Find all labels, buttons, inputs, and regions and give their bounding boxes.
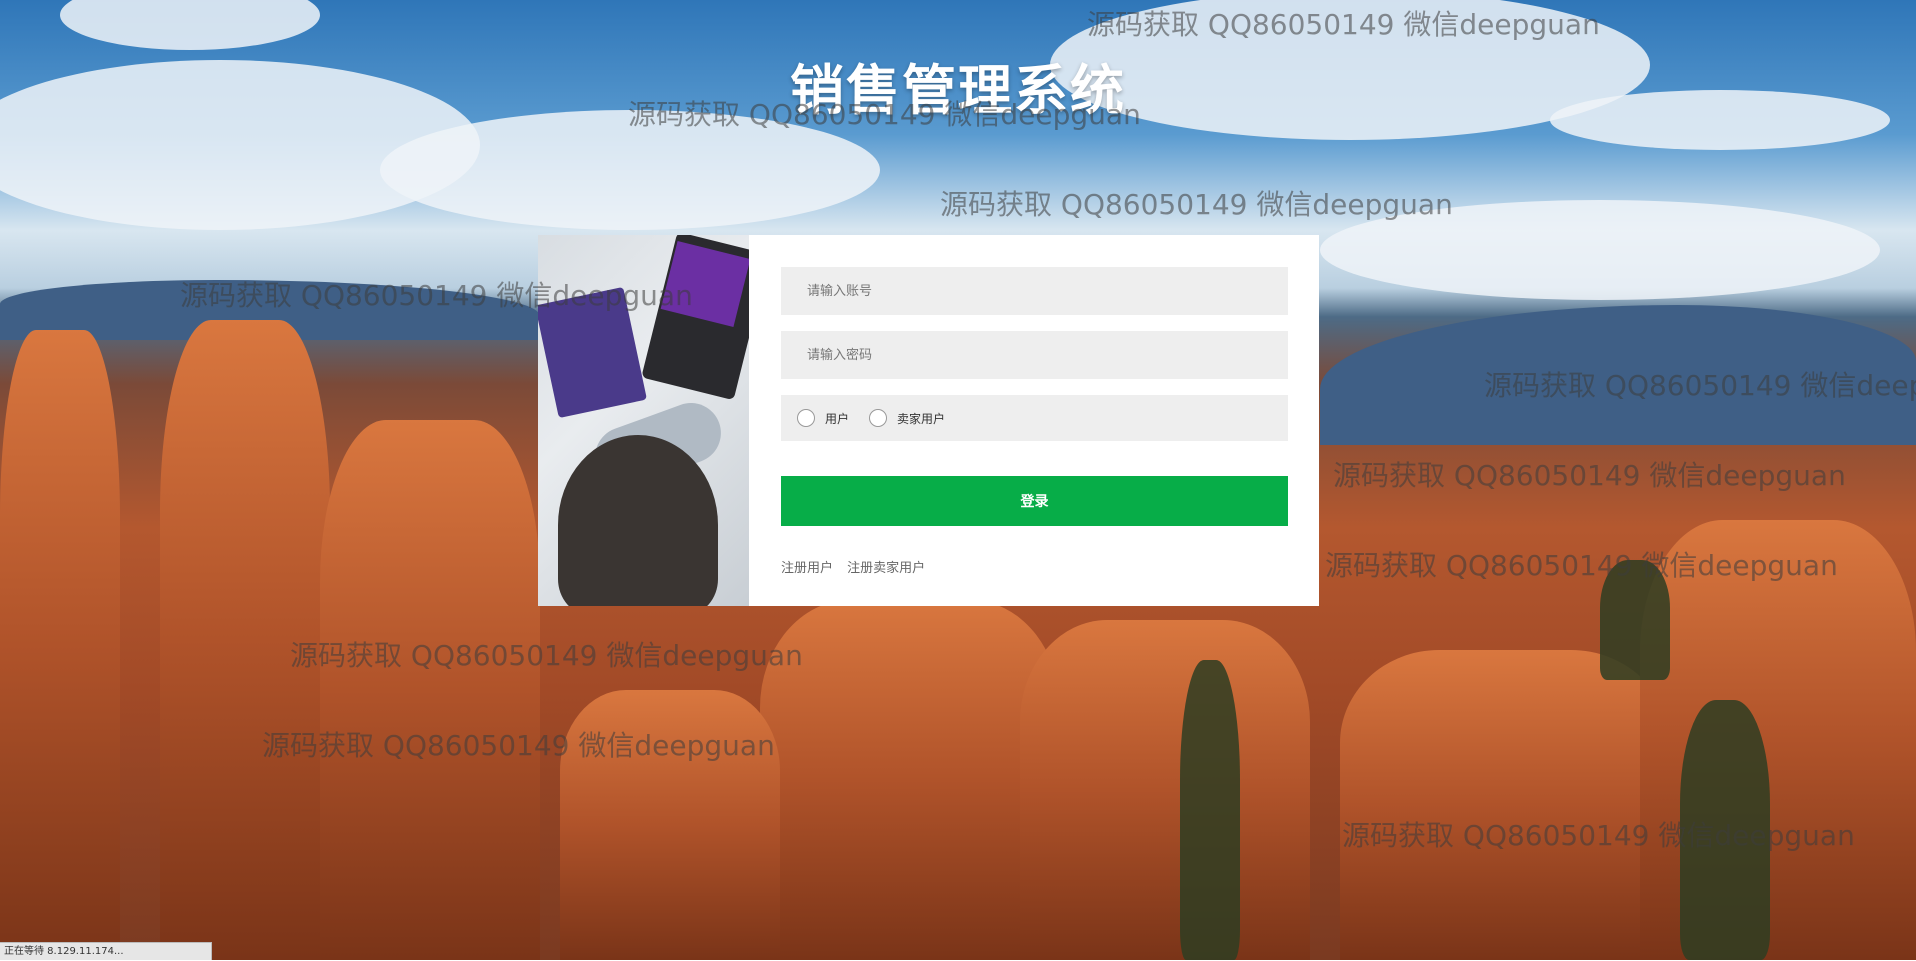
tree xyxy=(1600,560,1670,680)
tree xyxy=(1680,700,1770,960)
hoodoo xyxy=(320,420,540,960)
login-button[interactable]: 登录 xyxy=(781,476,1288,526)
role-label-seller: 卖家用户 xyxy=(897,410,945,427)
hoodoo xyxy=(1340,650,1670,960)
register-user-link[interactable]: 注册用户 xyxy=(781,561,833,576)
tree xyxy=(1180,660,1240,960)
account-input[interactable] xyxy=(781,267,1288,315)
hoodoo xyxy=(0,330,120,960)
notebook-image xyxy=(538,287,647,418)
radio-seller[interactable] xyxy=(869,409,887,427)
page-title: 销售管理系统 xyxy=(0,46,1916,125)
role-option-seller[interactable]: 卖家用户 xyxy=(869,409,945,427)
mountain xyxy=(1320,305,1916,445)
login-panel: 用户 卖家用户 登录 注册用户 注册卖家用户 xyxy=(538,235,1319,606)
cloud xyxy=(1320,200,1880,300)
role-selector: 用户 卖家用户 xyxy=(781,395,1288,441)
register-seller-link[interactable]: 注册卖家用户 xyxy=(847,561,925,576)
register-links: 注册用户 注册卖家用户 xyxy=(781,557,935,576)
cloud xyxy=(60,0,320,50)
hoodoo xyxy=(1020,620,1310,960)
hoodoo xyxy=(160,320,330,960)
person-image xyxy=(558,435,718,606)
radio-user[interactable] xyxy=(797,409,815,427)
role-label-user: 用户 xyxy=(825,410,849,427)
login-side-photo xyxy=(538,235,749,606)
password-input[interactable] xyxy=(781,331,1288,379)
browser-status-bar: 正在等待 8.129.11.174... xyxy=(0,942,212,960)
cloud xyxy=(380,110,880,230)
role-option-user[interactable]: 用户 xyxy=(797,409,849,427)
hoodoo xyxy=(760,600,1060,960)
hoodoo xyxy=(560,690,780,960)
